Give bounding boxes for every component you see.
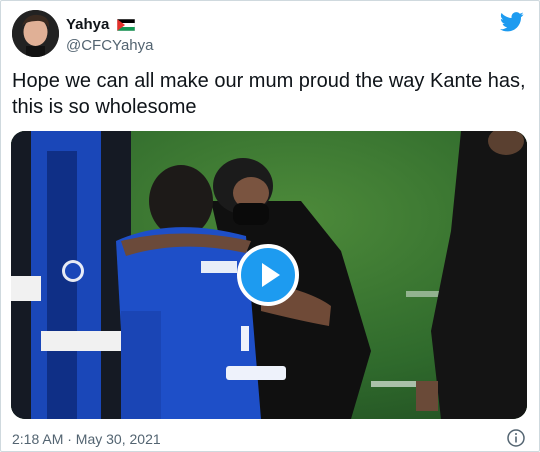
play-button[interactable] — [237, 244, 299, 306]
tweet-card: Yahya @CFCYahya Hope we can all make our… — [0, 0, 540, 452]
palestine-flag-icon — [116, 18, 136, 36]
tweet-header: Yahya @CFCYahya — [12, 10, 528, 60]
play-icon — [262, 263, 280, 287]
tweet-footer: 2:18 AM · May 30, 2021 — [12, 429, 528, 449]
user-handle[interactable]: @CFCYahya — [66, 36, 153, 56]
timestamp[interactable]: 2:18 AM · May 30, 2021 — [12, 431, 161, 447]
display-name[interactable]: Yahya — [66, 16, 109, 33]
avatar[interactable] — [12, 10, 59, 57]
twitter-logo-icon[interactable] — [499, 12, 524, 37]
tweet-text: Hope we can all make our mum proud the w… — [12, 70, 526, 118]
video-player[interactable] — [11, 131, 527, 419]
info-icon[interactable] — [507, 429, 525, 452]
user-names: Yahya @CFCYahya — [66, 15, 153, 56]
